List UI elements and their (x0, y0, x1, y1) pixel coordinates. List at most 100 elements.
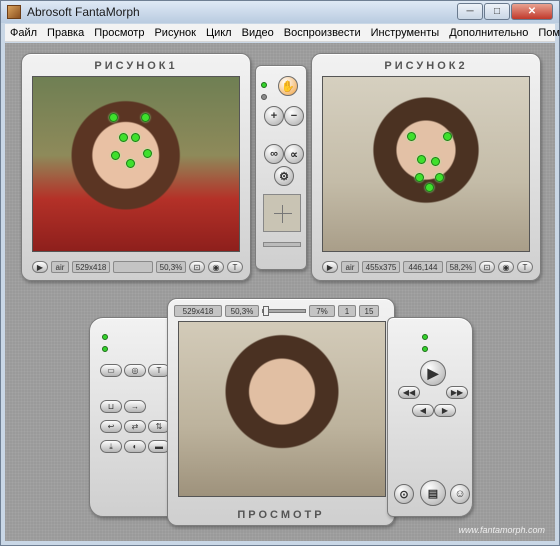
menu-help[interactable]: Помощь (533, 27, 560, 39)
image2-size: 455x375 (362, 261, 400, 273)
image1-size: 529x418 (72, 261, 110, 273)
app-icon (7, 5, 21, 19)
keypoint[interactable] (143, 149, 152, 158)
image1-open-button[interactable]: ▶ (32, 261, 48, 273)
keypoint[interactable] (131, 133, 140, 142)
image1-ratio: air (51, 261, 69, 273)
add-keypoint-button[interactable]: + (264, 106, 284, 126)
navigator-preview[interactable] (263, 194, 301, 232)
slider-thumb[interactable] (263, 306, 269, 316)
playback-panel: ▶ ◀◀ ▶▶ ◀ ▶ ⊙ ▤ ☺ (387, 317, 473, 517)
image2-title: РИСУНОК2 (384, 60, 468, 72)
preview-timeline-slider[interactable] (262, 306, 306, 316)
image1-status: ▶ air 529x418 50,3% ⊡ ◉ T (32, 260, 243, 274)
keypoint[interactable] (119, 133, 128, 142)
person-icon[interactable]: ☺ (450, 484, 470, 504)
title-bar: Abrosoft FantaMorph ─ □ ✕ (1, 1, 559, 23)
image2-text-button[interactable]: T (517, 261, 533, 273)
image2-open-button[interactable]: ▶ (322, 261, 338, 273)
keypoint[interactable] (425, 183, 434, 192)
tool-button[interactable]: ◎ (124, 364, 146, 377)
keypoint[interactable] (126, 159, 135, 168)
workspace: РИСУНОК1 ▶ air 529x418 50,3% ⊡ ◉ T ✋ + −… (5, 43, 555, 541)
image1-title: РИСУНОК1 (94, 60, 178, 72)
hand-tool-button[interactable]: ✋ (278, 76, 298, 96)
keypoint[interactable] (141, 113, 150, 122)
menu-loop[interactable]: Цикл (201, 27, 237, 39)
preview-toolbar: 529x418 50,3% 7% 1 15 (174, 304, 379, 318)
menu-tools[interactable]: Инструменты (366, 27, 445, 39)
tool-button[interactable]: ⤓ (100, 440, 122, 453)
step-forward-button[interactable]: ▶ (434, 404, 456, 417)
image1-effect-button[interactable]: ◉ (208, 261, 224, 273)
tool-button[interactable]: ⊔ (100, 400, 122, 413)
led-indicator (102, 346, 108, 352)
keypoint[interactable] (417, 155, 426, 164)
image1-text-button[interactable]: T (227, 261, 243, 273)
preview-total[interactable]: 15 (359, 305, 379, 317)
image2-ratio: air (341, 261, 359, 273)
keypoint[interactable] (111, 151, 120, 160)
keypoint[interactable] (431, 157, 440, 166)
preview-panel: 529x418 50,3% 7% 1 15 ПРОСМОТР (167, 298, 395, 526)
led-indicator (102, 334, 108, 340)
maximize-button[interactable]: □ (484, 3, 510, 20)
tool-button[interactable]: ▭ (100, 364, 122, 377)
image1-zoom[interactable]: 50,3% (156, 261, 186, 273)
led-indicator (422, 346, 428, 352)
preview-zoom[interactable]: 50,3% (225, 305, 259, 317)
menu-play[interactable]: Воспроизвести (279, 27, 366, 39)
led-indicator (422, 334, 428, 340)
play-button[interactable]: ▶ (420, 360, 446, 386)
image2-effect-button[interactable]: ◉ (498, 261, 514, 273)
left-tools-panel: ▭ ◎ T ⊔ → ↩ ⇄ ⇅ ⤓ ◐ ▬ (89, 317, 175, 517)
menu-bar: Файл Правка Просмотр Рисунок Цикл Видео … (5, 24, 560, 42)
center-controls: ✋ + − ∞ ∝ ⚙ (255, 65, 307, 270)
image2-photo[interactable] (322, 76, 530, 252)
window-title: Abrosoft FantaMorph (27, 5, 140, 19)
navigator-slider[interactable] (263, 242, 301, 247)
preview-frame[interactable]: 1 (338, 305, 356, 317)
preview-size[interactable]: 529x418 (174, 305, 222, 317)
settings-icon[interactable]: ⚙ (274, 166, 294, 186)
menu-view[interactable]: Просмотр (89, 27, 149, 39)
tool-button[interactable]: → (124, 400, 146, 413)
menu-file[interactable]: Файл (5, 27, 42, 39)
image1-panel: РИСУНОК1 ▶ air 529x418 50,3% ⊡ ◉ T (21, 53, 251, 281)
menu-edit[interactable]: Правка (42, 27, 89, 39)
image2-status: ▶ air 455x375 446,144 58,2% ⊡ ◉ T (322, 260, 533, 274)
menu-video[interactable]: Видео (237, 27, 279, 39)
link-button[interactable]: ∞ (264, 144, 284, 164)
image2-fit-button[interactable]: ⊡ (479, 261, 495, 273)
export-icon[interactable]: ▤ (420, 480, 446, 506)
preview-percent: 7% (309, 305, 335, 317)
keypoint[interactable] (435, 173, 444, 182)
image2-coord: 446,144 (403, 261, 443, 273)
close-button[interactable]: ✕ (511, 3, 553, 20)
rewind-button[interactable]: ◀◀ (398, 386, 420, 399)
tool-button[interactable]: ◐ (124, 440, 146, 453)
menu-image[interactable]: Рисунок (149, 27, 201, 39)
image2-zoom[interactable]: 58,2% (446, 261, 476, 273)
keypoint[interactable] (407, 132, 416, 141)
menu-extra[interactable]: Дополнительно (444, 27, 533, 39)
preview-photo[interactable] (178, 321, 386, 497)
fast-forward-button[interactable]: ▶▶ (446, 386, 468, 399)
image2-panel: РИСУНОК2 ▶ air 455x375 446,144 58,2% ⊡ ◉… (311, 53, 541, 281)
app-window: Abrosoft FantaMorph ─ □ ✕ Файл Правка Пр… (0, 0, 560, 546)
image1-photo[interactable] (32, 76, 240, 252)
tool-button[interactable]: ⇄ (124, 420, 146, 433)
tool-button[interactable]: ↩ (100, 420, 122, 433)
curve-button[interactable]: ∝ (284, 144, 304, 164)
keypoint[interactable] (443, 132, 452, 141)
minimize-button[interactable]: ─ (457, 3, 483, 20)
footer-url: www.fantamorph.com (458, 525, 545, 535)
camera-icon[interactable]: ⊙ (394, 484, 414, 504)
led-indicator (261, 82, 267, 88)
keypoint[interactable] (415, 173, 424, 182)
preview-title: ПРОСМОТР (237, 509, 325, 521)
keypoint[interactable] (109, 113, 118, 122)
step-back-button[interactable]: ◀ (412, 404, 434, 417)
remove-keypoint-button[interactable]: − (284, 106, 304, 126)
image1-fit-button[interactable]: ⊡ (189, 261, 205, 273)
